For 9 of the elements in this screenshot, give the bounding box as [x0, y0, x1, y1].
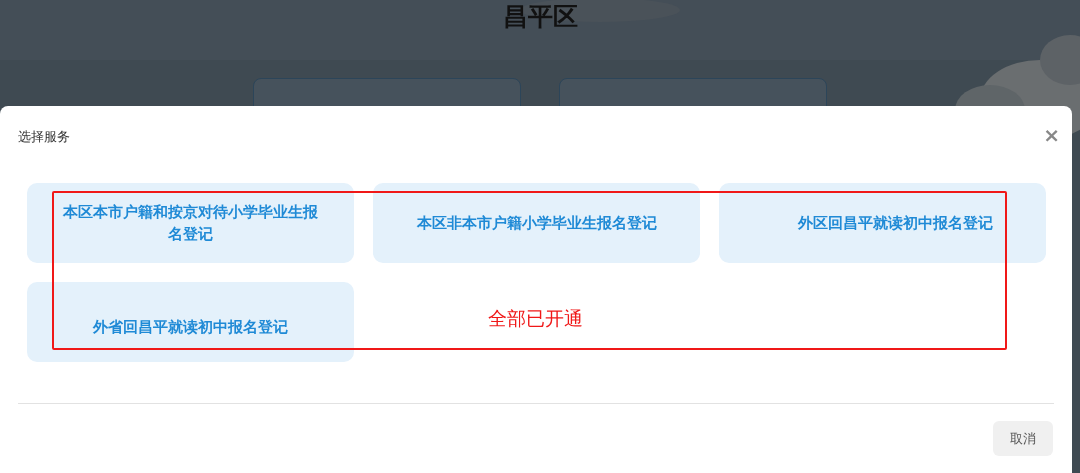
service-button[interactable]: 本区本市户籍和按京对待小学毕业生报名登记: [27, 183, 354, 263]
service-button[interactable]: 外区回昌平就读初中报名登记: [719, 183, 1046, 263]
annotation-text: 全部已开通: [488, 307, 583, 329]
page-title: 昌平区: [502, 2, 578, 32]
dialog-title: 选择服务: [18, 128, 70, 146]
service-button[interactable]: 外省回昌平就读初中报名登记: [27, 282, 354, 362]
close-button[interactable]: ×: [1041, 126, 1062, 144]
service-button[interactable]: 本区非本市户籍小学毕业生报名登记: [373, 183, 700, 263]
cancel-button[interactable]: 取消: [993, 421, 1053, 456]
